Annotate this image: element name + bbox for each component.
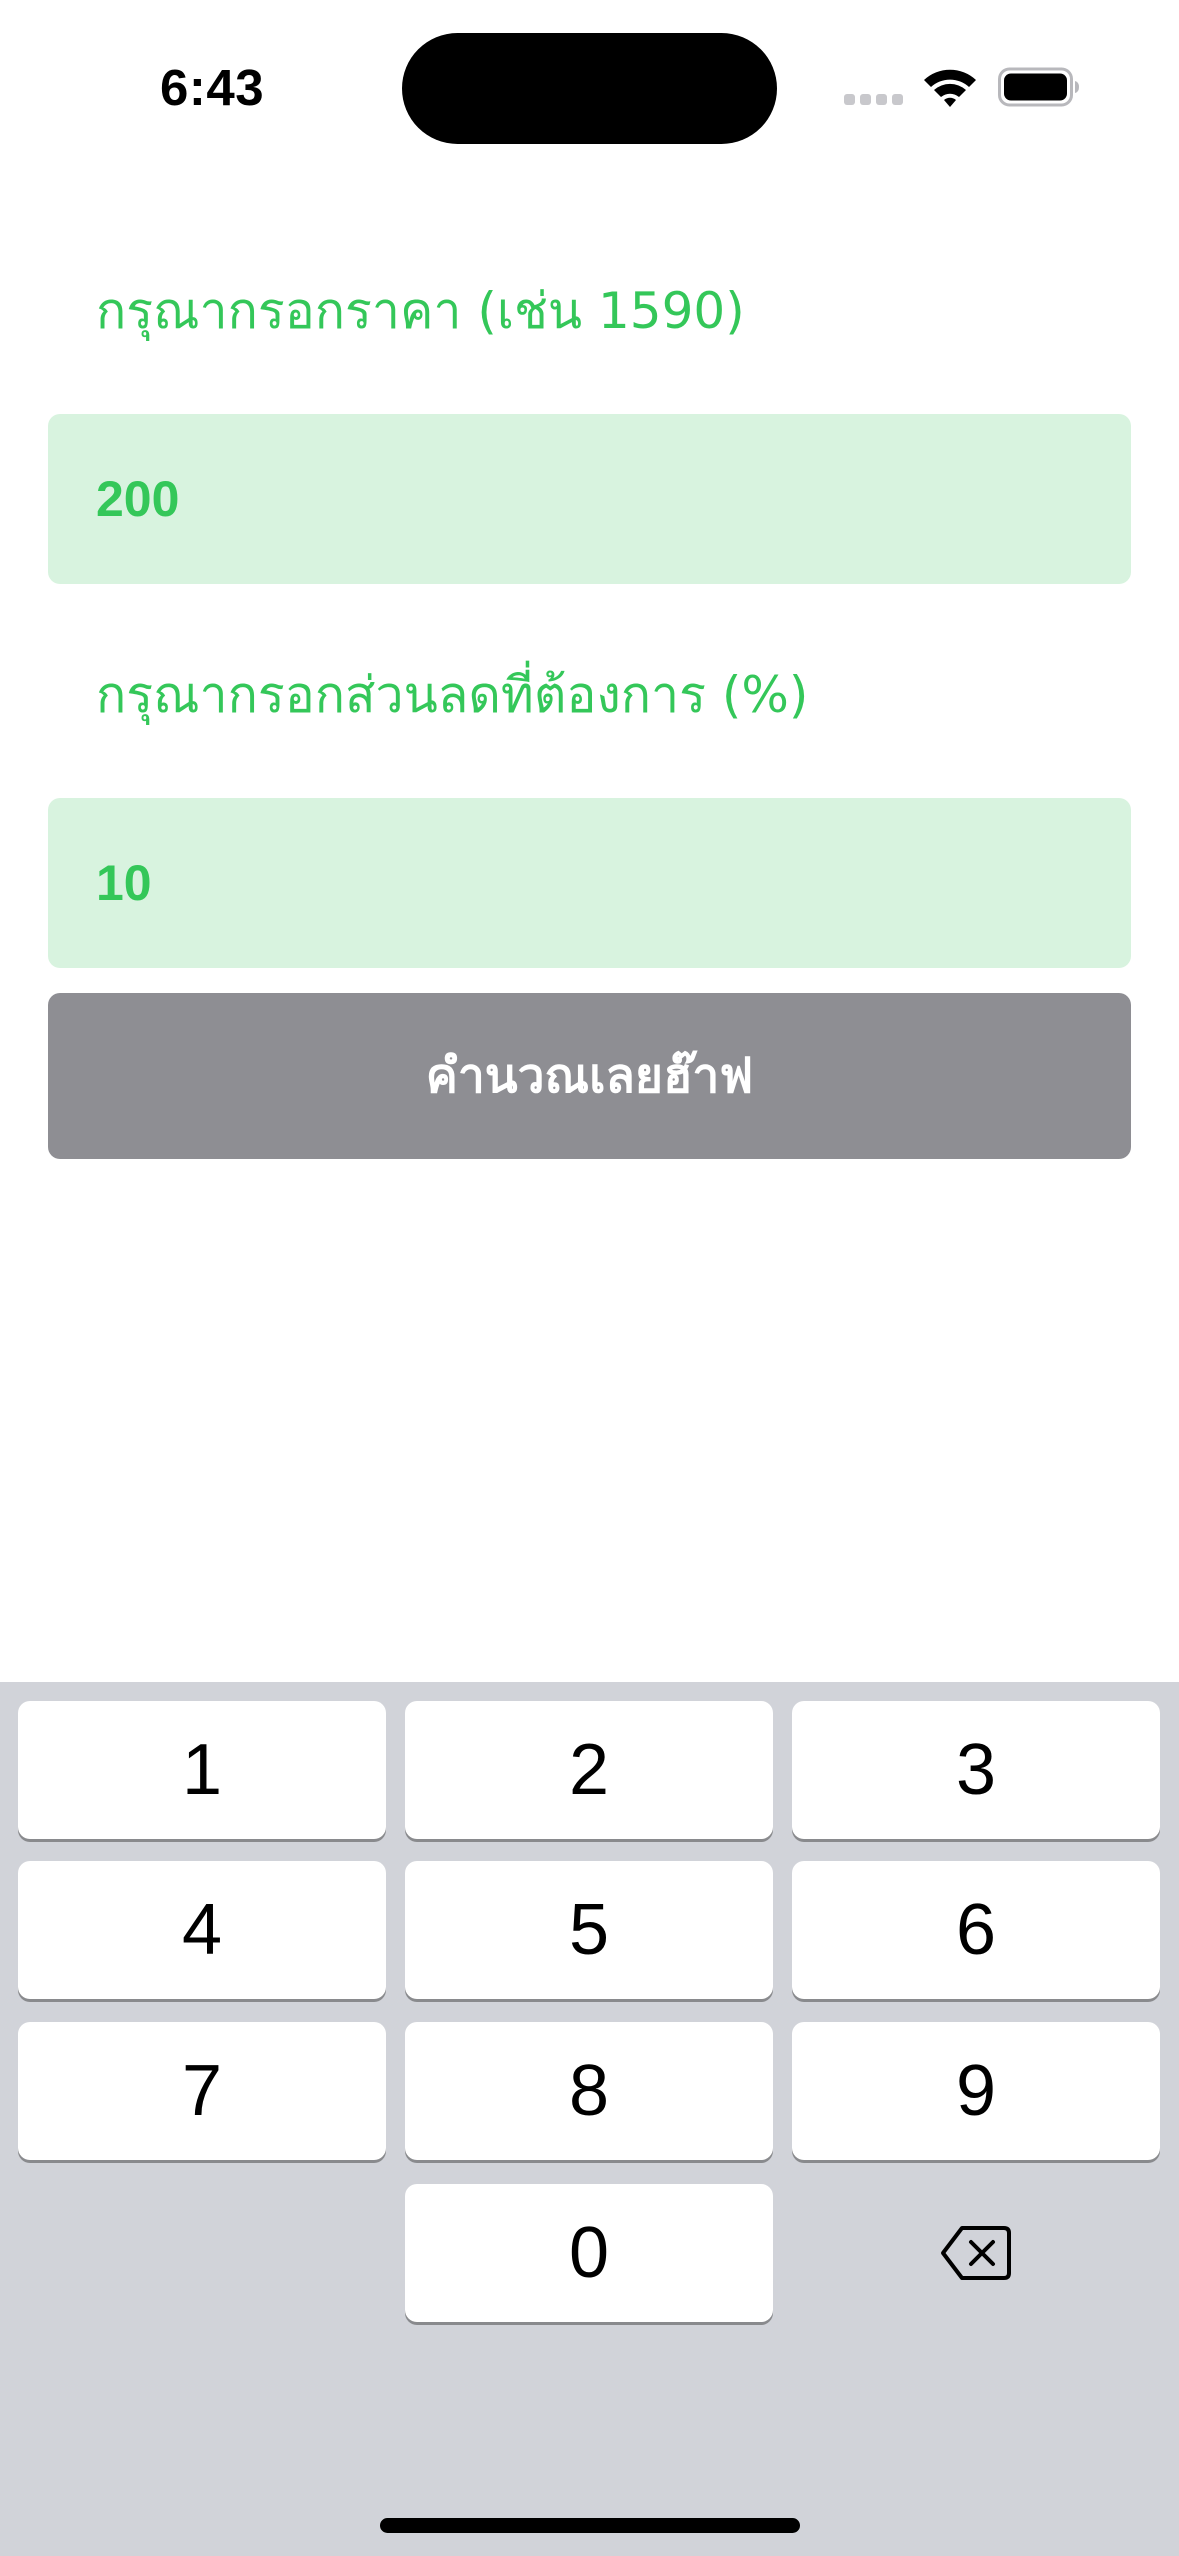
- price-input-value: 200: [96, 471, 180, 527]
- key-2-label: 2: [568, 1730, 610, 1810]
- calculate-button-label: คำนวณเลยฮ๊าฟ: [425, 1048, 754, 1104]
- discount-input-value: 10: [96, 855, 152, 911]
- key-8-label: 8: [568, 2051, 610, 2131]
- key-0[interactable]: 0: [405, 2184, 773, 2322]
- cellular-signal-icon: [844, 94, 904, 106]
- discount-input[interactable]: 10: [48, 798, 1131, 968]
- key-0-label: 0: [568, 2213, 610, 2293]
- dynamic-island: [402, 33, 777, 144]
- key-5-label: 5: [568, 1890, 610, 1970]
- key-3-label: 3: [955, 1730, 997, 1810]
- key-7-label: 7: [181, 2051, 223, 2131]
- key-9-label: 9: [955, 2051, 997, 2131]
- key-6-label: 6: [955, 1890, 997, 1970]
- key-2[interactable]: 2: [405, 1701, 773, 1839]
- calculate-button[interactable]: คำนวณเลยฮ๊าฟ: [48, 993, 1131, 1159]
- battery-icon: [998, 66, 1080, 108]
- key-6[interactable]: 6: [792, 1861, 1160, 1999]
- discount-label: กรุณากรอกส่วนลดที่ต้องการ (%): [96, 666, 809, 724]
- key-1-label: 1: [181, 1730, 223, 1810]
- key-9[interactable]: 9: [792, 2022, 1160, 2160]
- price-label: กรุณากรอกราคา (เช่น 1590): [96, 282, 745, 340]
- status-time: 6:43: [160, 59, 265, 116]
- delete-backspace-icon: [941, 2226, 1011, 2280]
- key-4-label: 4: [181, 1890, 223, 1970]
- key-8[interactable]: 8: [405, 2022, 773, 2160]
- wifi-icon: [922, 66, 978, 108]
- key-1[interactable]: 1: [18, 1701, 386, 1839]
- delete-key[interactable]: [792, 2184, 1160, 2322]
- price-input[interactable]: 200: [48, 414, 1131, 584]
- key-4[interactable]: 4: [18, 1861, 386, 1999]
- home-indicator[interactable]: [380, 2518, 800, 2533]
- key-7[interactable]: 7: [18, 2022, 386, 2160]
- numeric-keypad: 1 2 3 4 5 6 7 8 9 0: [0, 1682, 1179, 2556]
- key-5[interactable]: 5: [405, 1861, 773, 1999]
- key-3[interactable]: 3: [792, 1701, 1160, 1839]
